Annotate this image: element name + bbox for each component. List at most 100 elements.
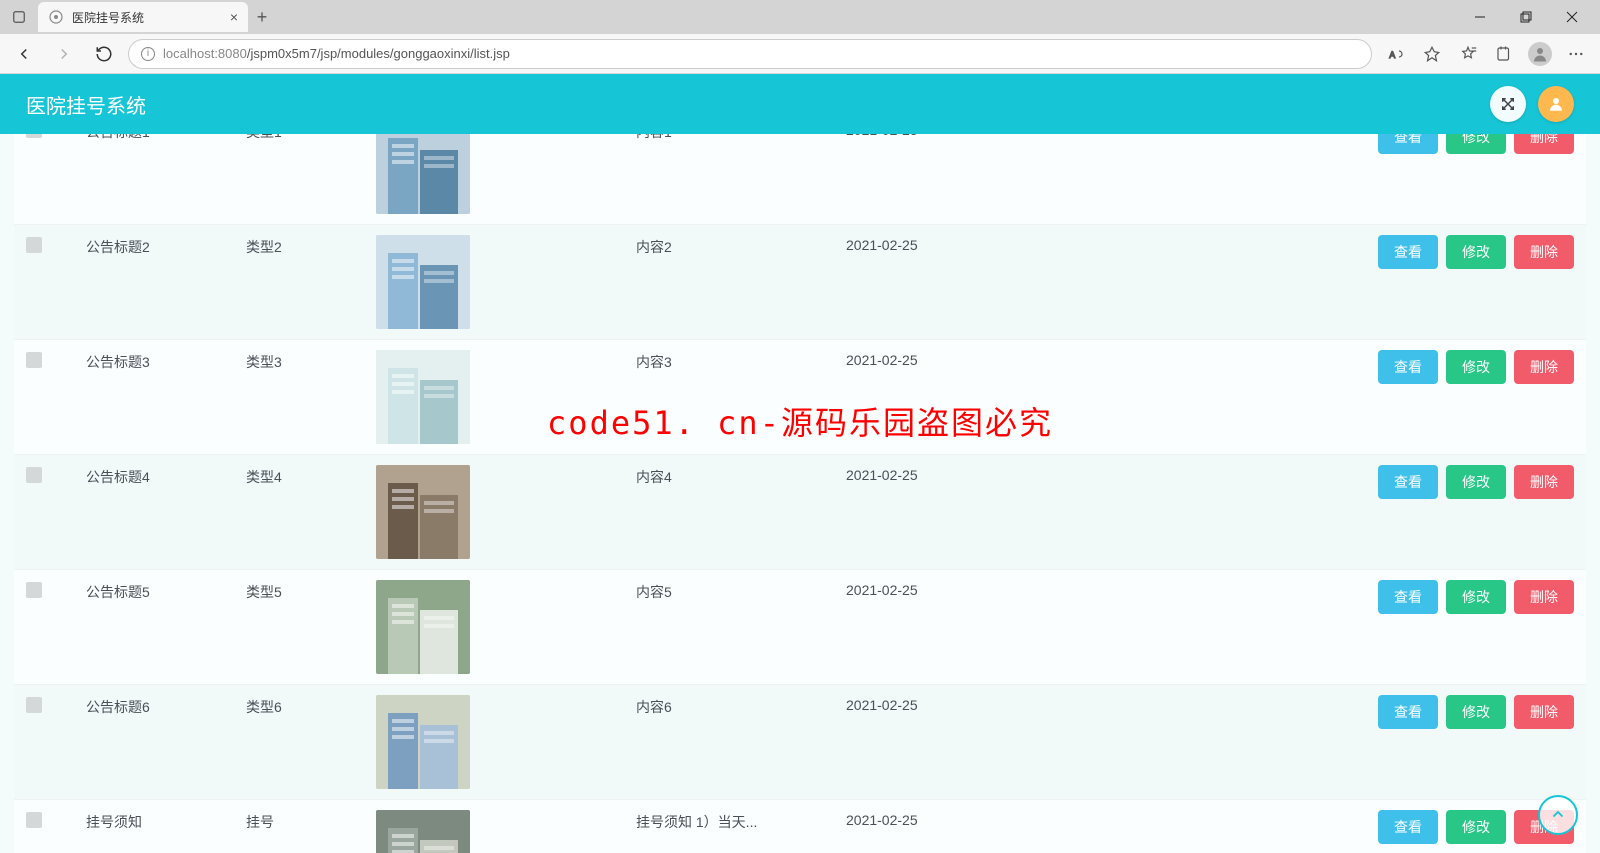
table-row: 公告标题3 类型3 内容3 2021-02-25 查看 修改 删除	[14, 340, 1586, 455]
nav-forward-button[interactable]	[48, 38, 80, 70]
row-content: 内容3	[636, 350, 846, 372]
table-row: 公告标题6 类型6 内容6 2021-02-25 查看 修改 删除	[14, 685, 1586, 800]
row-content: 内容5	[636, 580, 846, 602]
tab-overview-button[interactable]	[6, 4, 32, 30]
row-checkbox[interactable]	[26, 237, 42, 253]
view-button[interactable]: 查看	[1378, 134, 1438, 154]
row-actions: 查看 修改 删除	[1086, 465, 1574, 499]
row-actions: 查看 修改 删除	[1086, 350, 1574, 384]
row-content: 内容6	[636, 695, 846, 717]
collections-icon[interactable]	[1488, 38, 1520, 70]
tab-favicon-icon	[48, 9, 64, 25]
row-check-cell	[26, 580, 86, 601]
fullscreen-button[interactable]	[1490, 86, 1526, 122]
browser-tab[interactable]: 医院挂号系统 ×	[38, 2, 248, 32]
row-thumbnail[interactable]	[376, 810, 470, 853]
row-thumbnail[interactable]	[376, 580, 470, 674]
delete-button[interactable]: 删除	[1514, 350, 1574, 384]
row-date: 2021-02-25	[846, 810, 1086, 828]
table-row: 公告标题4 类型4 内容4 2021-02-25 查看 修改 删除	[14, 455, 1586, 570]
read-aloud-icon[interactable]: A	[1380, 38, 1412, 70]
row-title: 挂号须知	[86, 810, 246, 832]
row-date: 2021-02-25	[846, 580, 1086, 598]
row-image-cell	[376, 810, 636, 853]
window-maximize-button[interactable]	[1504, 2, 1548, 32]
row-checkbox[interactable]	[26, 134, 42, 138]
row-image-cell	[376, 465, 636, 559]
url-field[interactable]: i localhost:8080/jspm0x5m7/jsp/modules/g…	[128, 39, 1372, 69]
view-button[interactable]: 查看	[1378, 810, 1438, 844]
favorite-icon[interactable]	[1416, 38, 1448, 70]
row-content: 内容1	[636, 134, 846, 142]
row-type: 类型2	[246, 235, 376, 257]
view-button[interactable]: 查看	[1378, 350, 1438, 384]
row-thumbnail[interactable]	[376, 695, 470, 789]
row-title: 公告标题3	[86, 350, 246, 372]
row-title: 公告标题2	[86, 235, 246, 257]
edit-button[interactable]: 修改	[1446, 350, 1506, 384]
row-check-cell	[26, 350, 86, 371]
edit-button[interactable]: 修改	[1446, 580, 1506, 614]
view-button[interactable]: 查看	[1378, 580, 1438, 614]
row-thumbnail[interactable]	[376, 134, 470, 214]
row-thumbnail[interactable]	[376, 235, 470, 329]
row-thumbnail[interactable]	[376, 350, 470, 444]
edit-button[interactable]: 修改	[1446, 465, 1506, 499]
row-checkbox[interactable]	[26, 697, 42, 713]
tab-bar: 医院挂号系统 × +	[0, 0, 1600, 34]
row-check-cell	[26, 235, 86, 256]
row-date: 2021-02-25	[846, 350, 1086, 368]
profile-icon[interactable]	[1524, 38, 1556, 70]
row-image-cell	[376, 695, 636, 789]
content-area[interactable]: 公告标题1 类型1 内容1 2021-02-25 查看 修改 删除	[0, 134, 1600, 853]
row-date: 2021-02-25	[846, 695, 1086, 713]
row-check-cell	[26, 465, 86, 486]
row-actions: 查看 修改 删除	[1086, 235, 1574, 269]
window-minimize-button[interactable]	[1458, 2, 1502, 32]
user-button[interactable]	[1538, 86, 1574, 122]
row-type: 类型3	[246, 350, 376, 372]
new-tab-button[interactable]: +	[248, 7, 276, 28]
row-checkbox[interactable]	[26, 352, 42, 368]
row-checkbox[interactable]	[26, 467, 42, 483]
nav-back-button[interactable]	[8, 38, 40, 70]
edit-button[interactable]: 修改	[1446, 134, 1506, 154]
site-info-icon[interactable]: i	[141, 47, 155, 61]
nav-refresh-button[interactable]	[88, 38, 120, 70]
row-date: 2021-02-25	[846, 235, 1086, 253]
table-row: 公告标题1 类型1 内容1 2021-02-25 查看 修改 删除	[14, 134, 1586, 225]
delete-button[interactable]: 删除	[1514, 134, 1574, 154]
announcement-table: 公告标题1 类型1 内容1 2021-02-25 查看 修改 删除	[14, 134, 1586, 853]
row-title: 公告标题5	[86, 580, 246, 602]
scroll-top-button[interactable]	[1538, 795, 1578, 835]
row-checkbox[interactable]	[26, 812, 42, 828]
row-image-cell	[376, 350, 636, 444]
delete-button[interactable]: 删除	[1514, 695, 1574, 729]
edit-button[interactable]: 修改	[1446, 695, 1506, 729]
view-button[interactable]: 查看	[1378, 695, 1438, 729]
delete-button[interactable]: 删除	[1514, 465, 1574, 499]
window-close-button[interactable]	[1550, 2, 1594, 32]
edit-button[interactable]: 修改	[1446, 235, 1506, 269]
row-image-cell	[376, 580, 636, 674]
more-icon[interactable]	[1560, 38, 1592, 70]
row-type: 类型1	[246, 134, 376, 142]
favorites-list-icon[interactable]	[1452, 38, 1484, 70]
view-button[interactable]: 查看	[1378, 235, 1438, 269]
row-thumbnail[interactable]	[376, 465, 470, 559]
table-row: 公告标题5 类型5 内容5 2021-02-25 查看 修改 删除	[14, 570, 1586, 685]
edit-button[interactable]: 修改	[1446, 810, 1506, 844]
row-actions: 查看 修改 删除	[1086, 810, 1574, 844]
row-type: 类型6	[246, 695, 376, 717]
row-actions: 查看 修改 删除	[1086, 695, 1574, 729]
row-check-cell	[26, 134, 86, 141]
tab-close-icon[interactable]: ×	[230, 9, 238, 25]
view-button[interactable]: 查看	[1378, 465, 1438, 499]
app-title: 医院挂号系统	[26, 90, 146, 119]
delete-button[interactable]: 删除	[1514, 235, 1574, 269]
delete-button[interactable]: 删除	[1514, 580, 1574, 614]
tab-title: 医院挂号系统	[72, 9, 222, 26]
browser-chrome: 医院挂号系统 × + i localhost:8080/jspm0x5m7/js…	[0, 0, 1600, 74]
app-header: 医院挂号系统	[0, 74, 1600, 134]
row-checkbox[interactable]	[26, 582, 42, 598]
